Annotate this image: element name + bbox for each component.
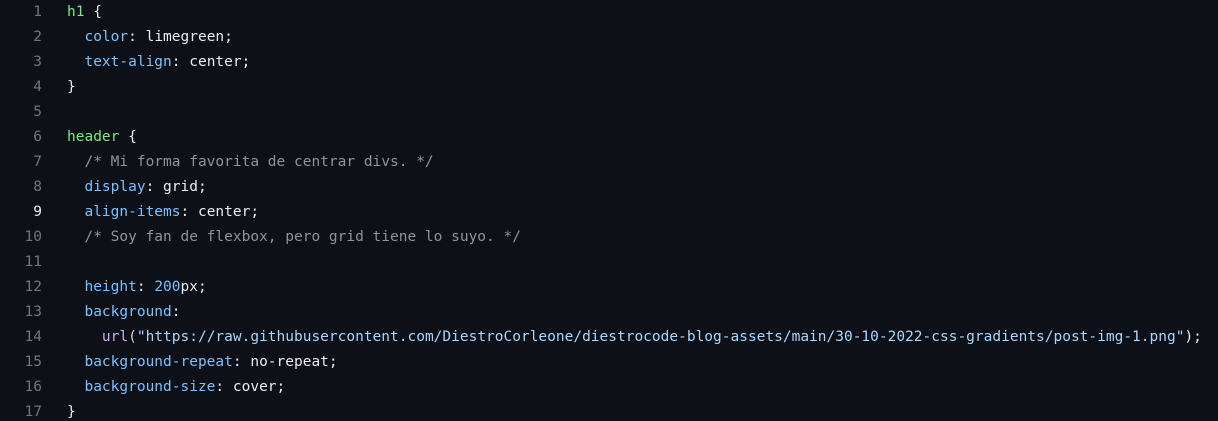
line-code: display: grid; [42,175,1218,200]
css-value: : no-repeat; [232,354,338,370]
css-value: : center; [180,204,260,220]
css-value: { [119,129,137,145]
code-line[interactable]: 7 /* Mi forma favorita de centrar divs. … [0,150,1218,175]
css-value: } [67,404,76,420]
line-number: 11 [24,254,42,270]
paren: ( [128,329,137,345]
line-code [42,250,1218,275]
css-property: align-items [84,204,181,220]
line-number: 17 [24,404,42,420]
code-line[interactable]: 6 header { [0,125,1218,150]
line-code: align-items: center; [42,200,1218,225]
line-number: 1 [33,4,42,20]
line-number: 9 [33,204,42,220]
line-code [42,100,1218,125]
code-line[interactable]: 1 h1 { [0,0,1218,25]
css-value: px; [180,279,207,295]
line-code: h1 { [42,0,1218,25]
line-code: /* Soy fan de flexbox, pero grid tiene l… [42,225,1218,250]
css-value: : center; [171,54,251,70]
css-value: : limegreen; [128,29,233,45]
code-editor[interactable]: 1 h1 {2 color: limegreen; 3 text-align: ce… [0,0,1218,421]
line-number: 10 [24,229,42,245]
line-number: 8 [33,179,42,195]
code-line[interactable]: 11 [0,250,1218,275]
css-property: background-repeat [84,354,233,370]
line-number: 2 [33,29,42,45]
code-line[interactable]: 13 background: [0,300,1218,325]
css-string: "https://raw.githubusercontent.com/Diest… [136,329,1185,345]
code-line[interactable]: 17} [0,400,1218,421]
css-number: 200 [154,279,181,295]
css-value: : cover; [215,379,286,395]
code-line[interactable]: 14 url("https://raw.githubusercontent.co… [0,325,1218,350]
line-number: 7 [33,154,42,170]
line-code: text-align: center; [42,50,1218,75]
line-code: /* Mi forma favorita de centrar divs. */ [42,150,1218,175]
code-line[interactable]: 9 align-items: center; [0,200,1218,225]
code-line[interactable]: 3 text-align: center; [0,50,1218,75]
code-lines: 1 h1 {2 color: limegreen; 3 text-align: ce… [0,0,1218,421]
code-line[interactable]: 10 /* Soy fan de flexbox, pero grid tien… [0,225,1218,250]
line-code: url("https://raw.githubusercontent.com/D… [42,325,1218,350]
line-number: 5 [33,104,42,120]
css-property: text-align [84,54,172,70]
css-property: display [84,179,146,195]
line-code: background-size: cover; [42,375,1218,400]
line-code: background: [42,300,1218,325]
css-value: : grid; [145,179,207,195]
line-number: 3 [33,54,42,70]
code-line[interactable]: 12 height: 200px; [0,275,1218,300]
line-code: color: limegreen; [42,25,1218,50]
line-code: height: 200px; [42,275,1218,300]
css-comment: /* Mi forma favorita de centrar divs. */ [84,154,434,170]
css-value: : [171,304,181,320]
line-code: header { [42,125,1218,150]
css-property: background-size [84,379,216,395]
line-number: 6 [33,129,42,145]
css-punctuation: : [136,279,155,295]
line-number: 15 [24,354,42,370]
code-line[interactable]: 16 background-size: cover; [0,375,1218,400]
css-value: ); [1184,329,1202,345]
css-value: { [84,4,102,20]
line-number: 12 [24,279,42,295]
line-code: } [42,400,1218,421]
css-value: } [67,79,76,95]
line-number: 13 [24,304,42,320]
css-property: color [84,29,129,45]
css-function: url [101,329,129,345]
line-code: background-repeat: no-repeat; [42,350,1218,375]
code-line[interactable]: 8 display: grid; [0,175,1218,200]
code-line[interactable]: 5 [0,100,1218,125]
line-code: } [42,75,1218,100]
line-number: 16 [24,379,42,395]
css-selector: header [67,129,120,145]
css-property: background [84,304,172,320]
css-comment: /* Soy fan de flexbox, pero grid tiene l… [84,229,521,245]
code-line[interactable]: 2 color: limegreen; [0,25,1218,50]
line-number: 4 [33,79,42,95]
code-line[interactable]: 4} [0,75,1218,100]
css-property: height [84,279,137,295]
code-line[interactable]: 15 background-repeat: no-repeat; [0,350,1218,375]
line-number: 14 [24,329,42,345]
css-selector: h1 [67,4,85,20]
